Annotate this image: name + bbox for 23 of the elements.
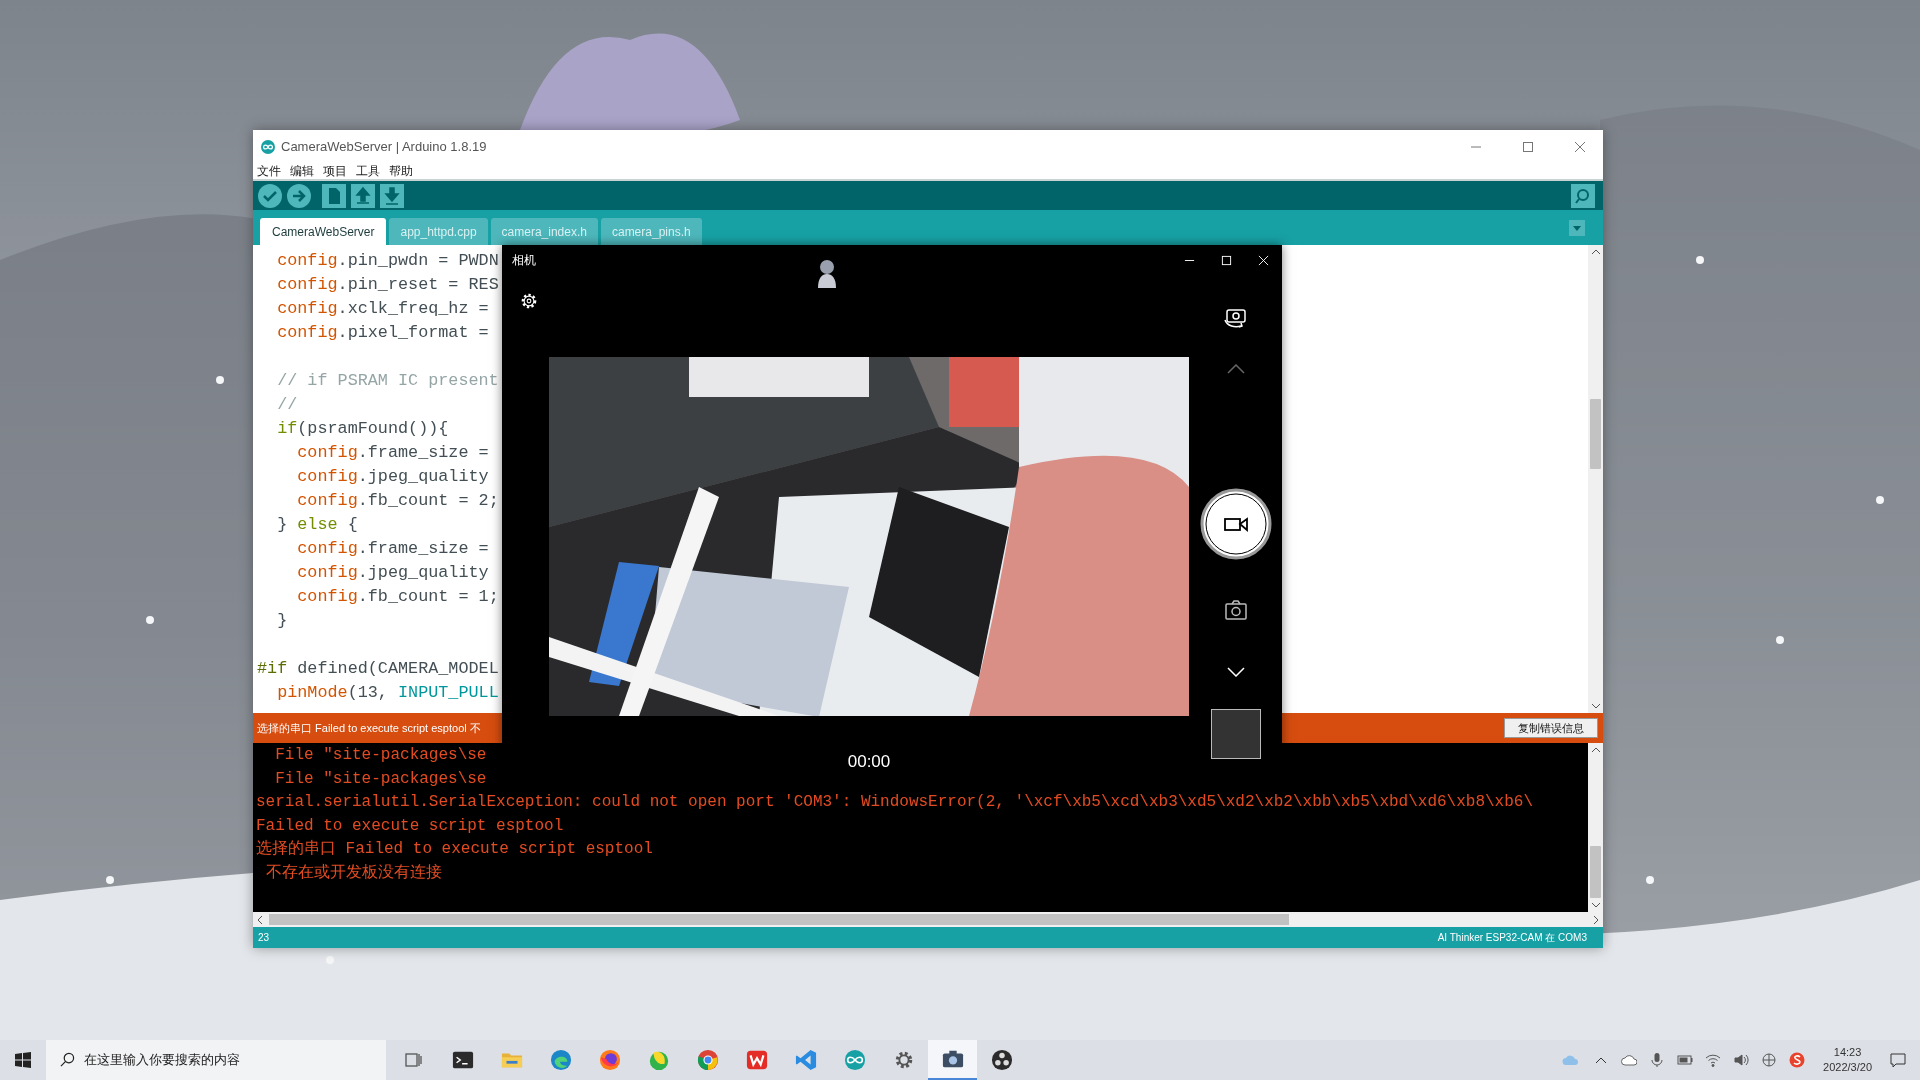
aperture-icon[interactable] <box>990 1049 1013 1071</box>
search-field[interactable]: 在这里输入你要搜索的内容 <box>46 1040 386 1080</box>
clock-date[interactable]: 2022/3/20 <box>1823 1060 1872 1075</box>
tile-icon[interactable] <box>745 1049 768 1071</box>
battery-icon[interactable] <box>1677 1052 1694 1068</box>
wifi-icon[interactable] <box>1705 1052 1722 1068</box>
swirl-icon[interactable] <box>549 1049 572 1071</box>
globe-icon[interactable] <box>598 1049 621 1071</box>
camera-icon[interactable] <box>941 1048 964 1070</box>
start-icon <box>15 1052 31 1068</box>
input-method-icon[interactable] <box>1789 1052 1806 1068</box>
notification-icon[interactable] <box>1890 1052 1906 1068</box>
cloud-icon[interactable] <box>1621 1052 1638 1068</box>
ime-icon[interactable] <box>1761 1052 1778 1068</box>
clock-time[interactable]: 14:23 <box>1833 1045 1862 1060</box>
taskbar-app[interactable] <box>928 1040 977 1080</box>
search-icon <box>60 1052 75 1067</box>
terminal-icon[interactable] <box>451 1049 474 1071</box>
microphone-icon[interactable] <box>1649 1052 1666 1068</box>
ribbon-icon[interactable] <box>794 1049 817 1071</box>
speaker-icon[interactable] <box>1733 1052 1750 1068</box>
wheel-icon[interactable] <box>696 1049 719 1071</box>
infinity-icon[interactable] <box>843 1049 866 1071</box>
